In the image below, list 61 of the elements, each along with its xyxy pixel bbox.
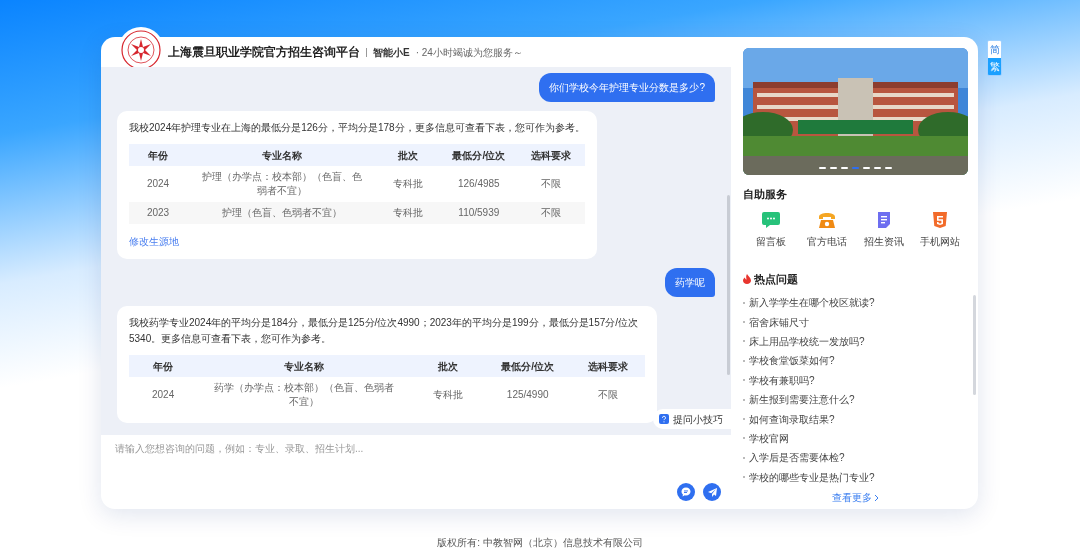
answer-text: 我校2024年护理专业在上海的最低分是126分，平均分是178分，更多信息可查看下表，您可作为参考。 <box>129 121 585 135</box>
question-input[interactable]: 请输入您想咨询的问题，例如：专业、录取、招生计划... <box>101 435 731 509</box>
table-cell: 专科批 <box>377 202 440 224</box>
column-header: 年份 <box>129 144 188 166</box>
column-header: 最低分/位次 <box>439 144 518 166</box>
column-header: 最低分/位次 <box>485 355 571 377</box>
scrollbar[interactable] <box>973 295 976 395</box>
service-button[interactable]: 官方电话 <box>799 210 856 249</box>
flame-icon <box>743 273 751 284</box>
send-icon <box>706 486 718 498</box>
column-header: 专业名称 <box>187 144 378 166</box>
chat-bubble-icon <box>761 210 782 229</box>
column-header: 专业名称 <box>197 355 411 377</box>
question-link[interactable]: 学校有兼职吗? <box>749 372 815 388</box>
column-header: 选科要求 <box>570 355 645 377</box>
table-cell: 110/5939 <box>439 202 518 224</box>
question-link[interactable]: 宿舍床铺尺寸 <box>749 314 809 330</box>
column-header: 年份 <box>129 355 198 377</box>
answer-text: 我校药学专业2024年的平均分是184分，最低分是125分/位次4990；2023年的平均分是199分，最低分是157分/位次5340。更多信息可查看下表，您可作为参考。 <box>129 316 640 346</box>
table-cell: 不限 <box>517 166 585 202</box>
change-region-link[interactable]: 修改生源地 <box>129 234 179 249</box>
user-message: 药学呢 <box>665 268 715 297</box>
section-title: 热点问题 <box>754 271 798 287</box>
table-cell: 2024 <box>129 166 188 202</box>
chat-button[interactable] <box>677 483 695 501</box>
user-message: 你们学校今年护理专业分数是多少? <box>539 73 715 102</box>
table-cell: 不限 <box>517 202 585 224</box>
column-header: 批次 <box>410 355 486 377</box>
question-link[interactable]: 床上用品学校统一发放吗? <box>749 333 865 349</box>
chat-bubble-icon <box>680 486 692 498</box>
tagline: · 24小时竭诚为您服务～ <box>415 45 523 60</box>
table-cell: 护理（办学点：校本部）（色盲、色弱者不宜） <box>187 166 378 202</box>
question-link[interactable]: 新生报到需要注意什么? <box>749 392 855 408</box>
table-cell: 护理（色盲、色弱者不宜） <box>187 202 378 224</box>
service-button[interactable]: 手机网站 <box>911 210 968 249</box>
chevron-icon <box>874 493 879 502</box>
question-link[interactable]: 学校官网 <box>749 430 789 446</box>
send-button[interactable] <box>703 483 721 501</box>
scrollbar[interactable] <box>727 195 730 375</box>
column-header: 选科要求 <box>517 144 585 166</box>
question-link[interactable]: 如何查询录取结果? <box>749 411 835 427</box>
question-link[interactable]: 入学后是否需要体检? <box>749 450 845 466</box>
copyright-text: 版权所有: 中教智网（北京）信息技术有限公司 <box>437 536 643 550</box>
shield-icon <box>930 210 949 229</box>
phone-icon <box>817 210 838 229</box>
tips-button[interactable]: 提问小技巧 <box>653 409 731 429</box>
help-icon <box>659 414 669 424</box>
language-tab[interactable]: 简 <box>988 41 1001 58</box>
table-cell: 专科批 <box>377 166 440 202</box>
table-cell: 2023 <box>129 202 188 224</box>
service-button[interactable]: 留言板 <box>743 210 800 249</box>
assistant-name: 智能小E <box>373 45 410 60</box>
table-cell: 126/4985 <box>439 166 518 202</box>
question-link[interactable]: 新入学学生在哪个校区就读? <box>749 295 875 311</box>
question-link[interactable]: 学校的哪些专业是热门专业? <box>749 469 875 485</box>
column-header: 批次 <box>377 144 440 166</box>
question-link[interactable]: 学校食堂饭菜如何? <box>749 353 835 369</box>
site-title: 上海震旦职业学院官方招生咨询平台 <box>168 44 360 61</box>
section-title: 自助服务 <box>743 187 788 202</box>
service-button[interactable]: 招生资讯 <box>855 210 912 249</box>
more-link[interactable]: 查看更多 <box>832 490 879 505</box>
